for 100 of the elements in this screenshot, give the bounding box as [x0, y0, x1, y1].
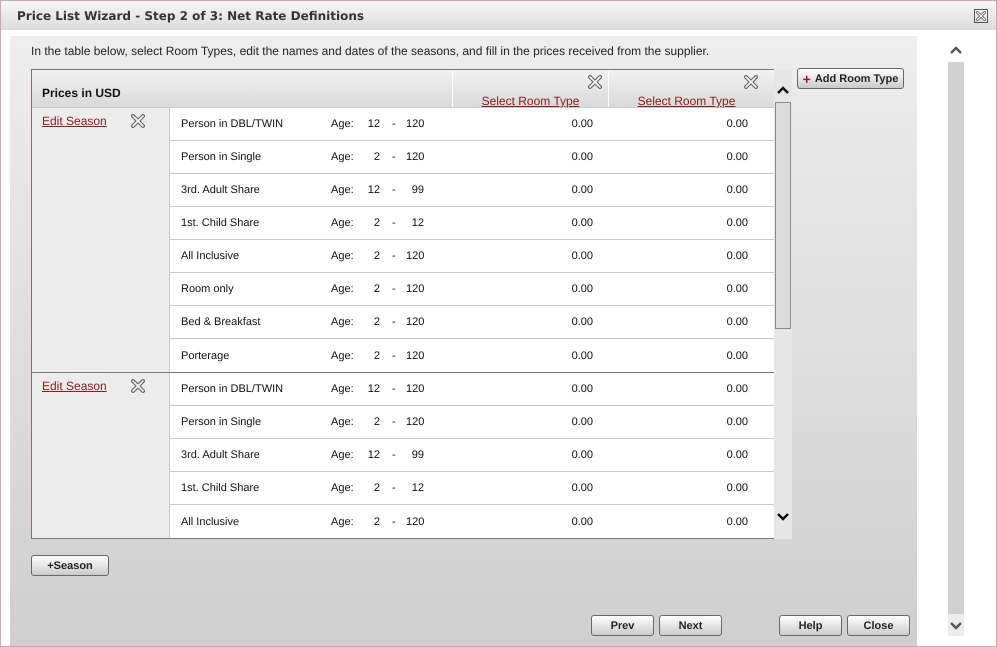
help-button[interactable]: Help	[779, 615, 842, 636]
window-title: Price List Wizard - Step 2 of 3: Net Rate Definitions	[17, 8, 364, 22]
price-field[interactable]: 0.00	[464, 316, 619, 328]
scroll-down-icon[interactable]	[777, 513, 789, 521]
price-field[interactable]: 0.00	[464, 449, 619, 461]
age-label: Age:	[331, 316, 355, 328]
age-from[interactable]: 2	[361, 316, 380, 328]
age-from[interactable]: 2	[361, 416, 380, 428]
age-separator: -	[392, 151, 397, 163]
edit-season-link[interactable]: Edit Season	[42, 379, 107, 393]
age-separator: -	[392, 184, 397, 196]
price-field[interactable]: 0.00	[464, 482, 619, 494]
add-room-type-button[interactable]: + Add Room Type	[797, 68, 904, 89]
age-to[interactable]: 120	[406, 151, 424, 163]
price-field[interactable]: 0.00	[464, 350, 619, 362]
age-separator: -	[392, 482, 397, 494]
age-label: Age:	[331, 449, 355, 461]
add-season-button[interactable]: +Season	[31, 555, 109, 576]
room-type-link[interactable]: Select Room Type	[638, 94, 736, 108]
next-button[interactable]: Next	[659, 615, 722, 636]
close-icon[interactable]	[744, 75, 758, 89]
age-separator: -	[392, 250, 397, 262]
age-from[interactable]: 2	[361, 482, 380, 494]
age-from[interactable]: 2	[361, 516, 380, 528]
age-separator: -	[392, 449, 397, 461]
table-cell-text: Person in DBL/TWIN	[181, 118, 284, 130]
price-field[interactable]: 0.00	[619, 449, 774, 461]
age-label: Age:	[331, 250, 355, 262]
price-field[interactable]: 0.00	[464, 217, 619, 229]
age-from[interactable]: 12	[361, 118, 380, 130]
age-to[interactable]: 120	[406, 350, 424, 362]
table-cell-text: Bed & Breakfast	[181, 316, 262, 328]
age-to[interactable]: 99	[406, 449, 424, 461]
price-field[interactable]: 0.00	[464, 184, 619, 196]
price-field[interactable]: 0.00	[464, 516, 619, 528]
price-field[interactable]: 0.00	[464, 283, 619, 295]
age-separator: -	[392, 416, 397, 428]
age-from[interactable]: 2	[361, 250, 380, 262]
age-to[interactable]: 12	[406, 217, 424, 229]
age-label: Age:	[331, 184, 355, 196]
price-field[interactable]: 0.00	[619, 350, 774, 362]
close-button[interactable]: Close	[847, 615, 910, 636]
scrollbar[interactable]	[774, 69, 792, 539]
age-from[interactable]: 12	[361, 449, 380, 461]
price-field[interactable]: 0.00	[619, 416, 774, 428]
price-field[interactable]: 0.00	[619, 250, 774, 262]
age-label: Age:	[331, 350, 355, 362]
price-field[interactable]: 0.00	[619, 383, 774, 395]
age-to[interactable]: 120	[406, 250, 424, 262]
age-label: Age:	[331, 151, 355, 163]
edit-season-link[interactable]: Edit Season	[42, 114, 107, 128]
price-field[interactable]: 0.00	[464, 151, 619, 163]
age-to[interactable]: 120	[406, 416, 424, 428]
age-to[interactable]: 120	[406, 118, 424, 130]
table-cell-text: Porterage	[181, 350, 230, 362]
scroll-up-icon[interactable]	[777, 86, 789, 94]
price-field[interactable]: 0.00	[619, 316, 774, 328]
close-icon[interactable]	[131, 114, 145, 128]
price-field[interactable]: 0.00	[464, 416, 619, 428]
age-separator: -	[392, 118, 397, 130]
price-field[interactable]: 0.00	[464, 250, 619, 262]
instruction-text: In the table below, select Room Types, edit the names and dates of the seasons, and fill in the prices received from the supplier.	[31, 44, 710, 58]
price-field[interactable]: 0.00	[619, 217, 774, 229]
price-field[interactable]: 0.00	[619, 516, 774, 528]
scroll-up-icon[interactable]	[950, 46, 962, 54]
close-icon[interactable]	[131, 379, 145, 393]
table-cell-text: Person in DBL/TWIN	[181, 383, 284, 395]
table-cell-text: 1st. Child Share	[181, 217, 260, 229]
age-from[interactable]: 2	[361, 151, 380, 163]
price-field[interactable]: 0.00	[464, 118, 619, 130]
close-button[interactable]	[974, 8, 988, 22]
age-to[interactable]: 99	[406, 184, 424, 196]
age-separator: -	[392, 383, 397, 395]
table-cell-text: Person in Single	[181, 151, 262, 163]
close-icon[interactable]	[588, 75, 602, 89]
age-to[interactable]: 120	[406, 383, 424, 395]
prev-button[interactable]: Prev	[591, 615, 654, 636]
room-type-link[interactable]: Select Room Type	[482, 94, 580, 108]
age-to[interactable]: 120	[406, 283, 424, 295]
age-to[interactable]: 120	[406, 316, 424, 328]
table-cell-text: All Inclusive	[181, 250, 240, 262]
age-label: Age:	[331, 482, 355, 494]
price-field[interactable]: 0.00	[619, 151, 774, 163]
price-field[interactable]: 0.00	[464, 383, 619, 395]
scrollbar[interactable]	[948, 40, 964, 636]
age-separator: -	[392, 316, 397, 328]
price-field[interactable]: 0.00	[619, 283, 774, 295]
age-from[interactable]: 2	[361, 217, 380, 229]
age-to[interactable]: 12	[406, 482, 424, 494]
age-to[interactable]: 120	[406, 516, 424, 528]
age-from[interactable]: 2	[361, 283, 380, 295]
age-label: Age:	[331, 283, 355, 295]
age-from[interactable]: 2	[361, 350, 380, 362]
price-field[interactable]: 0.00	[619, 184, 774, 196]
price-field[interactable]: 0.00	[619, 118, 774, 130]
scroll-down-icon[interactable]	[950, 622, 962, 630]
age-from[interactable]: 12	[361, 383, 380, 395]
age-label: Age:	[331, 383, 355, 395]
age-from[interactable]: 12	[361, 184, 380, 196]
price-field[interactable]: 0.00	[619, 482, 774, 494]
